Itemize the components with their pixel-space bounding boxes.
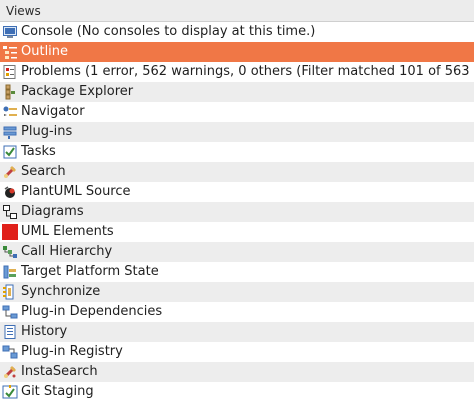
plug-in-dependencies-icon [2,304,18,320]
git-staging-icon [2,384,18,400]
console-icon [2,24,18,40]
search-icon [2,164,18,180]
uml-elements-icon [2,224,18,240]
tasks-icon [2,144,18,160]
view-item-label: Plug-in Registry [21,344,123,359]
view-item-tasks[interactable]: Tasks [0,142,474,162]
view-item-navigator[interactable]: Navigator [0,102,474,122]
view-item-diagrams[interactable]: Diagrams [0,202,474,222]
view-item-search[interactable]: Search [0,162,474,182]
view-item-git-staging[interactable]: Git Staging [0,382,474,402]
views-dialog: Views Console (No consoles to display at… [0,0,474,417]
view-item-uml-elements[interactable]: UML Elements [0,222,474,242]
views-header: Views [0,0,474,22]
package-explorer-icon [2,84,18,100]
view-item-label: Git Staging [21,384,94,399]
plantuml-source-icon [2,184,18,200]
view-item-target-platform-state[interactable]: Target Platform State [0,262,474,282]
view-item-plug-in-registry[interactable]: Plug-in Registry [0,342,474,362]
navigator-icon [2,104,18,120]
view-item-label: Package Explorer [21,84,134,99]
view-item-label: Navigator [21,104,85,119]
view-item-label: Plug-in Dependencies [21,304,163,319]
history-icon [2,324,18,340]
view-item-label: Outline [21,44,69,59]
diagrams-icon [2,204,18,220]
instasearch-icon [2,364,18,380]
view-item-plug-in-dependencies[interactable]: Plug-in Dependencies [0,302,474,322]
view-item-label: Call Hierarchy [21,244,113,259]
view-item-label: PlantUML Source [21,184,131,199]
outline-icon [2,44,18,60]
view-item-outline[interactable]: Outline [0,42,474,62]
view-item-problems[interactable]: Problems (1 error, 562 warnings, 0 other… [0,62,474,82]
view-item-label: History [21,324,68,339]
call-hierarchy-icon [2,244,18,260]
view-item-label: Tasks [21,144,56,159]
plug-ins-icon [2,124,18,140]
view-item-package-explorer[interactable]: Package Explorer [0,82,474,102]
view-item-label: Console (No consoles to display at this … [21,24,316,39]
view-item-label: Synchronize [21,284,101,299]
view-item-console[interactable]: Console (No consoles to display at this … [0,22,474,42]
view-item-label: Search [21,164,66,179]
problems-icon [2,64,18,80]
view-item-label: Diagrams [21,204,84,219]
view-item-label: Target Platform State [21,264,159,279]
views-list[interactable]: Console (No consoles to display at this … [0,22,474,417]
view-item-call-hierarchy[interactable]: Call Hierarchy [0,242,474,262]
view-item-synchronize[interactable]: Synchronize [0,282,474,302]
view-item-label: Plug-ins [21,124,73,139]
view-item-instasearch[interactable]: InstaSearch [0,362,474,382]
target-platform-state-icon [2,264,18,280]
view-item-plantuml-source[interactable]: PlantUML Source [0,182,474,202]
plug-in-registry-icon [2,344,18,360]
view-item-label: InstaSearch [21,364,98,379]
synchronize-icon [2,284,18,300]
view-item-label: Problems (1 error, 562 warnings, 0 other… [21,64,474,79]
view-item-label: UML Elements [21,224,114,239]
view-item-history[interactable]: History [0,322,474,342]
view-item-plug-ins[interactable]: Plug-ins [0,122,474,142]
